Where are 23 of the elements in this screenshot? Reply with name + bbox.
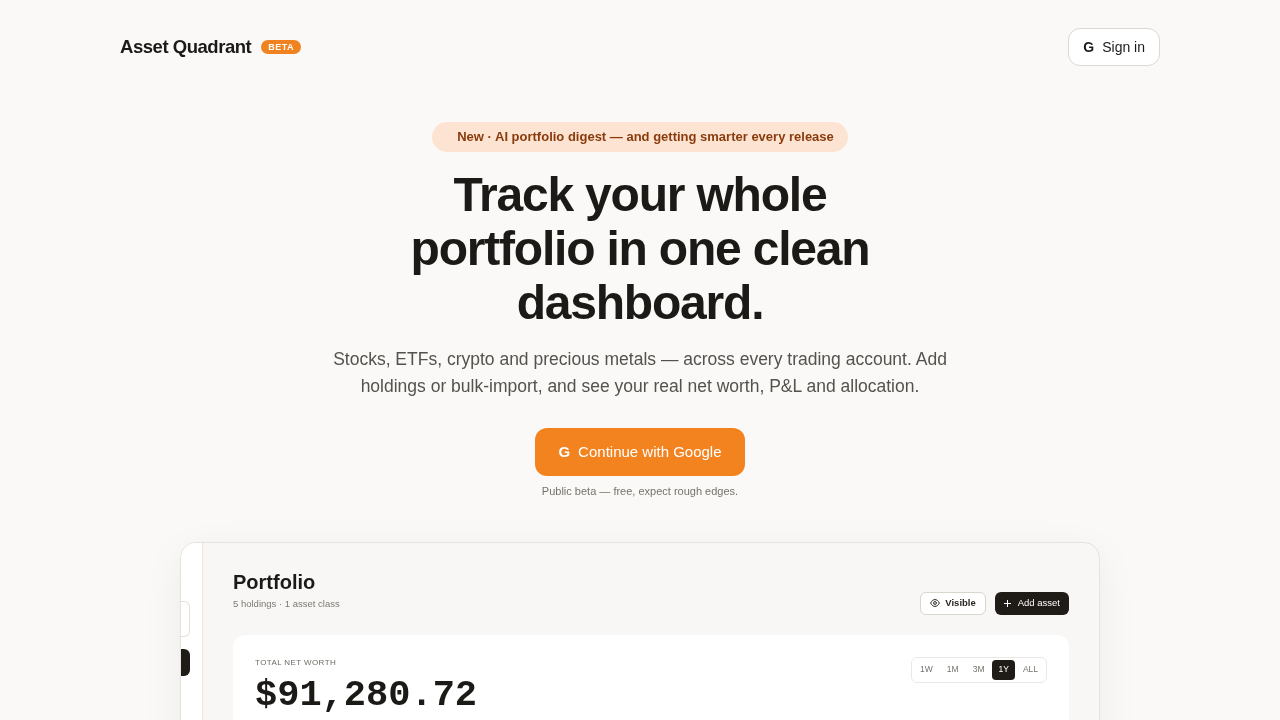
google-g-icon: G <box>1083 36 1095 58</box>
page-subtitle: 5 holdings · 1 asset class <box>233 596 340 611</box>
time-range-tab[interactable]: 3M <box>966 659 991 680</box>
headline: Track your whole portfolio in one clean dashboard. <box>409 168 871 330</box>
eye-icon <box>930 599 941 607</box>
description-text: Stocks, ETFs, crypto and precious metals — across every trading account. Add holdings or bulk-import, and see your real net worth, P&L and allocation. <box>332 348 948 398</box>
google-g-icon: G <box>558 440 571 464</box>
sign-in-button[interactable]: G Sign in <box>1068 28 1160 66</box>
visibility-toggle-button[interactable]: Visible <box>920 591 986 615</box>
announcement-pill: New · AI portfolio digest — and getting smarter every release <box>432 122 848 152</box>
time-range-tab[interactable]: ALL <box>1016 659 1044 680</box>
time-range-tab[interactable]: 1W <box>914 659 939 680</box>
plus-icon <box>1003 599 1011 607</box>
net-worth-value: $91,280.72 <box>255 672 478 717</box>
beta-badge: BETA <box>261 40 301 54</box>
time-range-tab[interactable]: 1Y <box>992 659 1015 680</box>
time-range-tab[interactable]: 1M <box>940 659 965 680</box>
net-worth-label: TOTAL NET WORTH <box>255 656 338 669</box>
add-asset-button[interactable]: Add asset <box>994 591 1069 615</box>
sidebar-item[interactable] <box>181 648 190 676</box>
beta-note: Public beta — free, expect rough edges. <box>541 484 739 499</box>
logo-text: Asset Quadrant <box>120 35 252 60</box>
page-title: Portfolio <box>233 569 317 594</box>
